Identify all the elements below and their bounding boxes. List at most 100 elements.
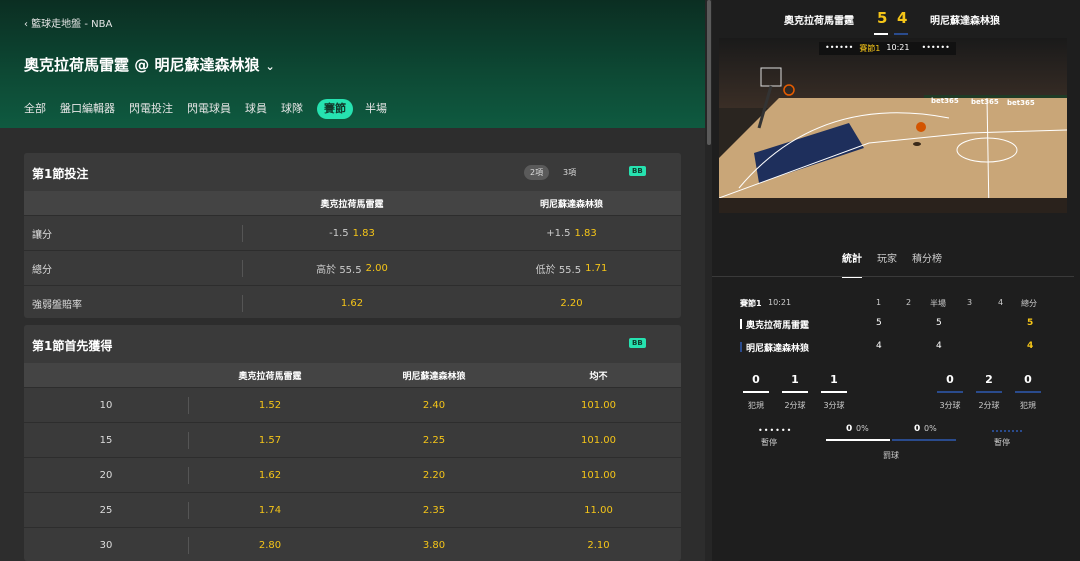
- table-row: 15 1.57 2.25 101.00: [24, 422, 681, 457]
- bet-builder-badge: BB: [629, 166, 646, 176]
- odds-button[interactable]: 2.40: [352, 388, 516, 422]
- away-half-score: 4: [936, 341, 942, 351]
- home-q1-score: 5: [876, 318, 882, 328]
- bet365-ad: bet365: [931, 97, 959, 105]
- odds-button[interactable]: 1.62: [188, 458, 352, 492]
- tab-half[interactable]: 半場: [365, 99, 387, 119]
- table-row: 強弱盤賠率 1.62 2.20: [24, 285, 681, 318]
- home-team-name: 奧克拉荷馬雷霆: [784, 16, 854, 27]
- away-ft-pct: 0%: [924, 424, 937, 433]
- breadcrumb[interactable]: ‹ 籃球走地盤 - NBA: [24, 15, 112, 30]
- header-q3: 3: [967, 298, 973, 307]
- page-title[interactable]: 奧克拉荷馬雷霆 @ 明尼蘇達森林狼 ⌄: [24, 54, 275, 75]
- odds-button[interactable]: +1.5 1.83: [462, 216, 681, 250]
- away-color-indicator: [740, 342, 742, 352]
- header-q1: 1: [876, 298, 882, 307]
- match-header: ‹ 籃球走地盤 - NBA 奧克拉荷馬雷霆 @ 明尼蘇達森林狼 ⌄ 全部 盤口編輯…: [0, 0, 705, 128]
- tab-stats[interactable]: 統計: [842, 250, 862, 265]
- card-header[interactable]: 第1節投注 2項 3項 BB: [24, 153, 681, 191]
- header-q2: 2: [906, 298, 912, 307]
- away-q1-score: 4: [876, 341, 882, 351]
- market-tabs: 全部 盤口編輯器 閃電投注 閃電球員 球員 球隊 賽節 半場: [24, 99, 401, 119]
- points-label: 15: [99, 434, 113, 446]
- tab-quarters[interactable]: 賽節: [317, 99, 353, 119]
- col-home: 奧克拉荷馬雷霆: [320, 199, 384, 210]
- col-home: 奧克拉荷馬雷霆: [238, 371, 302, 382]
- home-color-bar: [874, 33, 888, 35]
- odds-button[interactable]: 101.00: [516, 458, 681, 492]
- quarter1-betting-card: 第1節投注 2項 3項 BB 奧克拉荷馬雷霆 明尼蘇達森林狼 讓分 -1.5 1.…: [24, 153, 681, 318]
- away-underline: [1015, 391, 1041, 393]
- odds-button[interactable]: -1.5 1.83: [242, 216, 462, 250]
- handicap-value: -1.5: [329, 227, 349, 239]
- odds-button[interactable]: 2.20: [352, 458, 516, 492]
- away-team-name: 明尼蘇達森林狼: [930, 16, 1000, 27]
- odds-button[interactable]: 高於 55.5 2.00: [242, 251, 462, 285]
- tab-flash-player[interactable]: 閃電球員: [187, 99, 231, 119]
- away-underline: [976, 391, 1002, 393]
- header-total: 總分: [1021, 299, 1037, 308]
- odds-button[interactable]: 1.62: [242, 286, 462, 318]
- header-half: 半場: [930, 299, 946, 308]
- home-timeout-label: 暫停: [761, 438, 777, 447]
- away-2pt: 2: [985, 373, 993, 386]
- odds-button[interactable]: 低於 55.5 1.71: [462, 251, 681, 285]
- points-label: 30: [99, 539, 113, 551]
- tab-teams[interactable]: 球隊: [281, 99, 303, 119]
- odds-button[interactable]: 3.80: [352, 528, 516, 561]
- tab-players[interactable]: 球員: [245, 99, 267, 119]
- scoreboard: 奧克拉荷馬雷霆 5 4 明尼蘇達森林狼: [712, 0, 1074, 38]
- odds-button[interactable]: 2.80: [188, 528, 352, 561]
- odds-button[interactable]: 101.00: [516, 388, 681, 422]
- table-row: 30 2.80 3.80 2.10: [24, 527, 681, 561]
- odds-button[interactable]: 11.00: [516, 493, 681, 527]
- live-court-visual: •••••• 賽節1 10:21 •••••• bet365 bet365 be…: [719, 38, 1067, 213]
- tab-standings[interactable]: 積分榜: [912, 250, 942, 265]
- odds-button[interactable]: 1.57: [188, 423, 352, 457]
- odds-button[interactable]: 2.35: [352, 493, 516, 527]
- points-label: 20: [99, 469, 113, 481]
- col-away: 明尼蘇達森林狼: [402, 371, 466, 382]
- match-title: 奧克拉荷馬雷霆 @ 明尼蘇達森林狼: [24, 56, 260, 74]
- two-way-pill[interactable]: 2項: [524, 165, 550, 180]
- home-ft-count: 0: [846, 424, 853, 434]
- odds-value: 2.20: [560, 297, 583, 309]
- home-half-score: 5: [936, 318, 942, 328]
- tab-all[interactable]: 全部: [24, 99, 46, 119]
- odds-button[interactable]: 1.52: [188, 388, 352, 422]
- court-overlay-clock: •••••• 賽節1 10:21 ••••••: [819, 42, 956, 55]
- divider: [712, 276, 1074, 277]
- home-ft-pct: 0%: [856, 424, 869, 433]
- period-label: 賽節1: [740, 299, 762, 308]
- odds-button[interactable]: 1.74: [188, 493, 352, 527]
- odds-button[interactable]: 101.00: [516, 423, 681, 457]
- overlay-period: 賽節1: [859, 44, 881, 53]
- tab-players[interactable]: 玩家: [877, 250, 897, 265]
- odds-button[interactable]: 2.25: [352, 423, 516, 457]
- bet-builder-badge: BB: [629, 338, 646, 348]
- table-row: 總分 高於 55.5 2.00 低於 55.5 1.71: [24, 250, 681, 285]
- away-ft-bar: [892, 439, 956, 441]
- tab-bet-builder[interactable]: 盤口編輯器: [60, 99, 115, 119]
- scrollbar[interactable]: [707, 0, 711, 145]
- home-underline: [743, 391, 769, 393]
- table-row: 10 1.52 2.40 101.00: [24, 387, 681, 422]
- three-way-pill[interactable]: 3項: [557, 165, 582, 180]
- home-team-name: 奧克拉荷馬雷霆: [746, 321, 810, 331]
- table-row: 25 1.74 2.35 11.00: [24, 492, 681, 527]
- home-color-indicator: [740, 319, 742, 329]
- odds-value: 1.62: [340, 297, 364, 309]
- home-2pt-label: 2分球: [784, 401, 806, 410]
- away-score: 4: [897, 9, 908, 27]
- home-ft-bar: [826, 439, 890, 441]
- header-q4: 4: [998, 298, 1004, 307]
- away-color-bar: [894, 33, 908, 35]
- odds-button[interactable]: 2.10: [516, 528, 681, 561]
- tab-flash-bet[interactable]: 閃電投注: [129, 99, 173, 119]
- away-timeout-label: 暫停: [994, 438, 1010, 447]
- card-header[interactable]: 第1節首先獲得 BB: [24, 325, 681, 363]
- card-title: 第1節投注: [32, 167, 89, 181]
- overlay-time: 10:21: [886, 43, 910, 52]
- odds-button[interactable]: 2.20: [462, 286, 681, 318]
- market-label: 強弱盤賠率: [32, 299, 82, 311]
